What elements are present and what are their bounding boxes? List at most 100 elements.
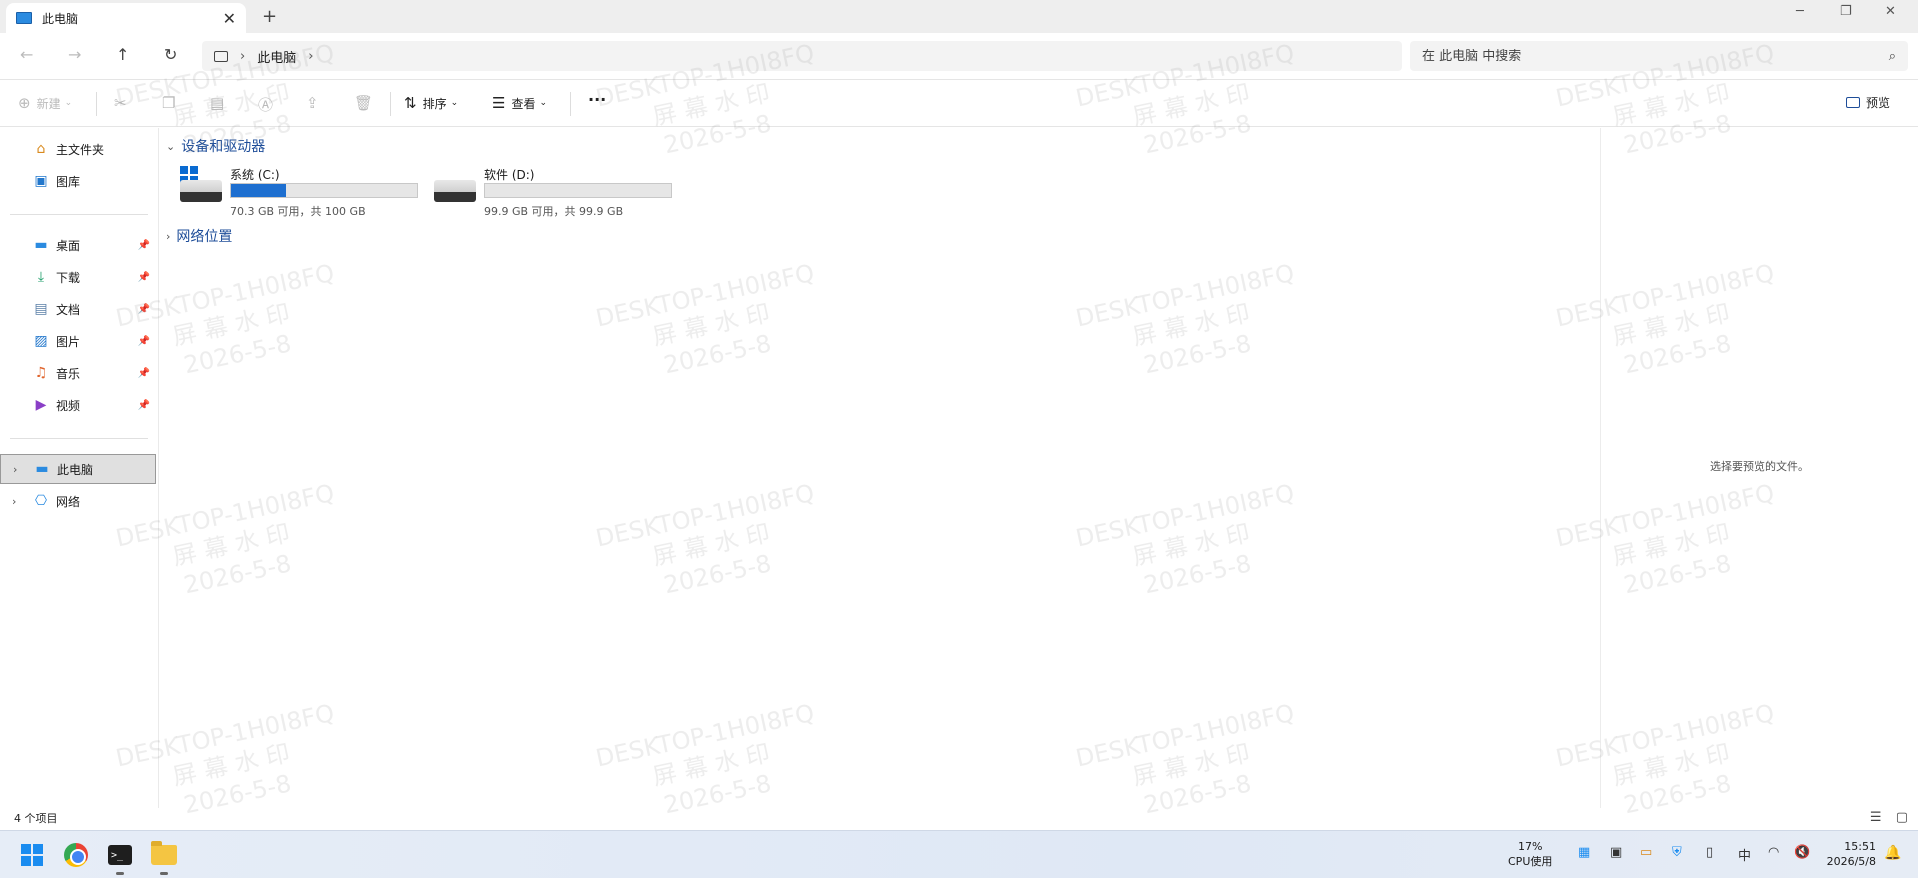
view-button[interactable]: ☰ 查看 ⌄ (492, 94, 547, 112)
chevron-right-icon[interactable]: › (12, 495, 16, 508)
pc-icon (16, 12, 32, 24)
close-tab-icon[interactable]: ✕ (223, 9, 236, 28)
rename-icon[interactable]: Ⓐ (258, 94, 279, 115)
app-grid-icon[interactable]: ▦ (1578, 845, 1590, 860)
command-bar: ⊕ 新建 ⌄ ✂ ❐ ▤ Ⓐ ⇪ 🗑 ⇅ 排序 ⌄ ☰ 查看 ⌄ ··· 预览 (0, 79, 1918, 127)
view-label: 查看 (511, 96, 536, 111)
group-header-label: 设备和驱动器 (181, 139, 266, 155)
sidebar-item-network[interactable]: › ⎔ 网络 (0, 486, 156, 516)
sidebar-item-label: 此电脑 (57, 462, 94, 477)
sidebar-item-music[interactable]: ♫ 音乐 📌 (0, 358, 156, 388)
sidebar-item-label: 网络 (56, 494, 81, 509)
clock[interactable]: 15:51 2026/5/8 (1820, 839, 1876, 869)
chevron-right-icon[interactable]: › (13, 463, 17, 476)
divider (96, 92, 97, 116)
gallery-icon: ▣ (34, 173, 48, 189)
up-arrow-icon[interactable]: ↑ (116, 45, 129, 64)
sidebar-item-label: 文档 (56, 302, 81, 317)
pin-icon[interactable]: 📌 (138, 304, 150, 315)
sort-icon: ⇅ (404, 94, 417, 112)
running-indicator (160, 872, 168, 875)
sidebar-item-pictures[interactable]: ▨ 图片 📌 (0, 326, 156, 356)
usb-drive-icon[interactable]: ▯ (1706, 845, 1713, 860)
search-box[interactable]: ⌕ (1410, 41, 1908, 71)
cut-icon[interactable]: ✂ (114, 94, 133, 112)
close-window-icon[interactable]: ✕ (1885, 4, 1896, 19)
sidebar-item-downloads[interactable]: ⤓ 下载 📌 (0, 262, 156, 292)
tray-app-icon[interactable]: ▣ (1610, 845, 1622, 860)
terminal-taskbar-button[interactable]: >_ (104, 839, 136, 875)
chevron-right-icon[interactable]: › (308, 49, 313, 64)
preview-pane: 选择要预览的文件。 (1600, 128, 1918, 808)
group-header-network[interactable]: › 网络位置 (166, 226, 232, 246)
video-icon: ▶ (35, 397, 47, 413)
pane-divider[interactable] (158, 128, 159, 808)
pin-icon[interactable]: 📌 (138, 240, 150, 251)
folder-icon (151, 841, 177, 865)
drive-c[interactable]: 系统 (C:) 70.3 GB 可用，共 100 GB (180, 166, 420, 222)
group-header-label: 网络位置 (176, 229, 233, 245)
search-icon[interactable]: ⌕ (1889, 49, 1896, 64)
drive-name: 软件 (D:) (484, 168, 535, 182)
view-icon: ☰ (492, 94, 506, 112)
tab-title: 此电脑 (42, 11, 79, 26)
sidebar-item-desktop[interactable]: ▬ 桌面 📌 (0, 230, 156, 260)
start-button[interactable] (16, 839, 48, 871)
address-row: ← → ↑ ↻ › 此电脑 › ⌕ (0, 33, 1918, 79)
chevron-down-icon: ⌄ (64, 98, 73, 108)
sidebar-item-label: 音乐 (56, 366, 81, 381)
paste-icon[interactable]: ▤ (210, 94, 230, 112)
new-button[interactable]: ⊕ 新建 ⌄ (18, 94, 72, 112)
group-header-devices[interactable]: ⌄ 设备和驱动器 (166, 136, 265, 156)
wallet-icon[interactable]: ▭ (1640, 845, 1652, 860)
document-icon: ▤ (34, 301, 48, 317)
cpu-label: CPU使用 (1508, 855, 1553, 868)
sidebar-item-documents[interactable]: ▤ 文档 📌 (0, 294, 156, 324)
tab-this-pc[interactable]: 此电脑 ✕ (6, 3, 246, 33)
hard-drive-icon (434, 180, 476, 202)
clock-date: 2026/5/8 (1826, 855, 1876, 868)
preview-pane-icon (1846, 97, 1860, 108)
wifi-icon[interactable]: ◠ (1768, 845, 1779, 860)
more-options-icon[interactable]: ··· (588, 90, 606, 109)
breadcrumb-this-pc[interactable]: 此电脑 (257, 47, 296, 66)
details-view-icon[interactable]: ☰ (1870, 810, 1882, 825)
sidebar-item-home[interactable]: ⌂ 主文件夹 (0, 134, 156, 164)
minimize-icon[interactable]: ─ (1796, 4, 1804, 19)
drive-d[interactable]: 软件 (D:) 99.9 GB 可用，共 99.9 GB (434, 166, 674, 222)
chevron-right-icon: › (166, 229, 171, 243)
security-shield-icon[interactable]: ⛨ (1672, 845, 1682, 860)
volume-muted-icon[interactable]: 🔇 (1794, 845, 1810, 860)
sort-button[interactable]: ⇅ 排序 ⌄ (404, 94, 458, 112)
sidebar-item-videos[interactable]: ▶ 视频 📌 (0, 390, 156, 420)
refresh-icon[interactable]: ↻ (164, 45, 177, 64)
explorer-taskbar-button[interactable] (148, 839, 180, 875)
pin-icon[interactable]: 📌 (138, 400, 150, 411)
sort-label: 排序 (422, 96, 447, 111)
chevron-down-icon: ⌄ (166, 139, 176, 153)
sidebar-item-this-pc[interactable]: › ▬ 此电脑 (0, 454, 156, 484)
delete-icon[interactable]: 🗑 (354, 94, 379, 112)
share-icon[interactable]: ⇪ (306, 94, 325, 112)
sidebar-item-gallery[interactable]: ▣ 图库 (0, 166, 156, 196)
ime-indicator[interactable]: 中 (1738, 845, 1751, 864)
pin-icon[interactable]: 📌 (138, 368, 150, 379)
back-arrow-icon[interactable]: ← (20, 45, 33, 64)
notification-icon[interactable]: 🔔 (1884, 845, 1901, 861)
sidebar-item-label: 主文件夹 (56, 142, 105, 157)
maximize-icon[interactable]: ❐ (1840, 4, 1852, 19)
drive-info: 70.3 GB 可用，共 100 GB (230, 205, 366, 218)
address-bar[interactable]: › 此电脑 › (202, 41, 1402, 71)
cpu-usage-widget[interactable]: 17% CPU使用 (1508, 839, 1552, 869)
forward-arrow-icon[interactable]: → (68, 45, 81, 64)
title-bar: 此电脑 ✕ + ─ ❐ ✕ (0, 0, 1918, 33)
pin-icon[interactable]: 📌 (138, 272, 150, 283)
pictures-icon: ▨ (34, 333, 48, 349)
copy-icon[interactable]: ❐ (162, 94, 181, 112)
search-input[interactable] (1422, 48, 1889, 64)
pin-icon[interactable]: 📌 (138, 336, 150, 347)
tiles-view-icon[interactable]: ▢ (1896, 810, 1908, 825)
new-tab-button[interactable]: + (262, 6, 277, 27)
preview-button[interactable]: 预览 (1846, 94, 1890, 111)
chrome-taskbar-button[interactable] (60, 839, 92, 871)
